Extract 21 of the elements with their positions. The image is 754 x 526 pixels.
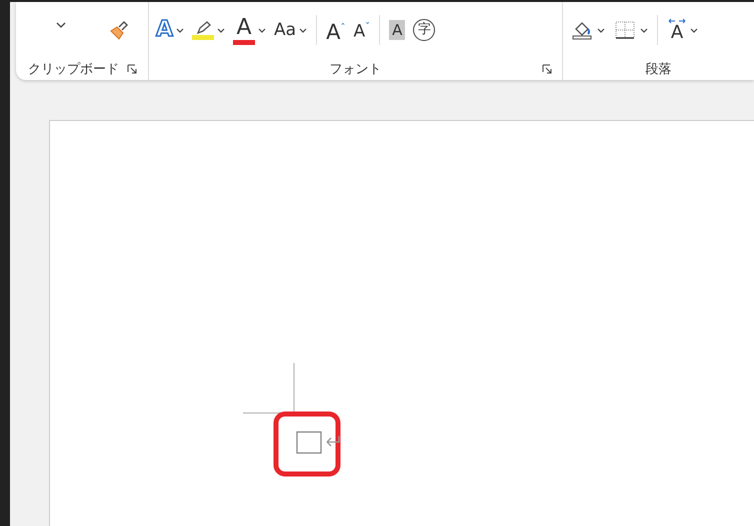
borders-icon bbox=[613, 19, 637, 41]
highlighter-icon bbox=[192, 20, 214, 40]
shrink-button[interactable]: A$^{ˇ}$ bbox=[350, 14, 374, 46]
grow-font-glyph: A$^{ˆ}$ bbox=[326, 18, 346, 44]
group-label: 段落 bbox=[646, 61, 672, 78]
spacing-glyph: A bbox=[670, 24, 684, 42]
text-effect-button[interactable]: A bbox=[153, 16, 188, 44]
dialog-launcher-icon[interactable] bbox=[127, 64, 137, 74]
arrows-icon bbox=[667, 18, 687, 24]
font-color-button[interactable]: A bbox=[230, 14, 270, 46]
font-color-glyph: A bbox=[236, 16, 252, 40]
change-case-glyph: Aa bbox=[274, 19, 296, 42]
text-effect-glyph: A bbox=[156, 18, 174, 42]
case-button[interactable]: Aa bbox=[271, 16, 310, 44]
group-label: クリップボード bbox=[28, 61, 119, 78]
caret-icon bbox=[56, 22, 66, 28]
grow-button[interactable]: A$^{ˆ}$ bbox=[323, 14, 348, 46]
group-label: フォント bbox=[330, 61, 382, 78]
spacing-button[interactable]: A bbox=[664, 16, 701, 44]
shrink-font-glyph: A$^{ˇ}$ bbox=[353, 20, 370, 44]
dialog-launcher-icon[interactable] bbox=[542, 64, 552, 74]
